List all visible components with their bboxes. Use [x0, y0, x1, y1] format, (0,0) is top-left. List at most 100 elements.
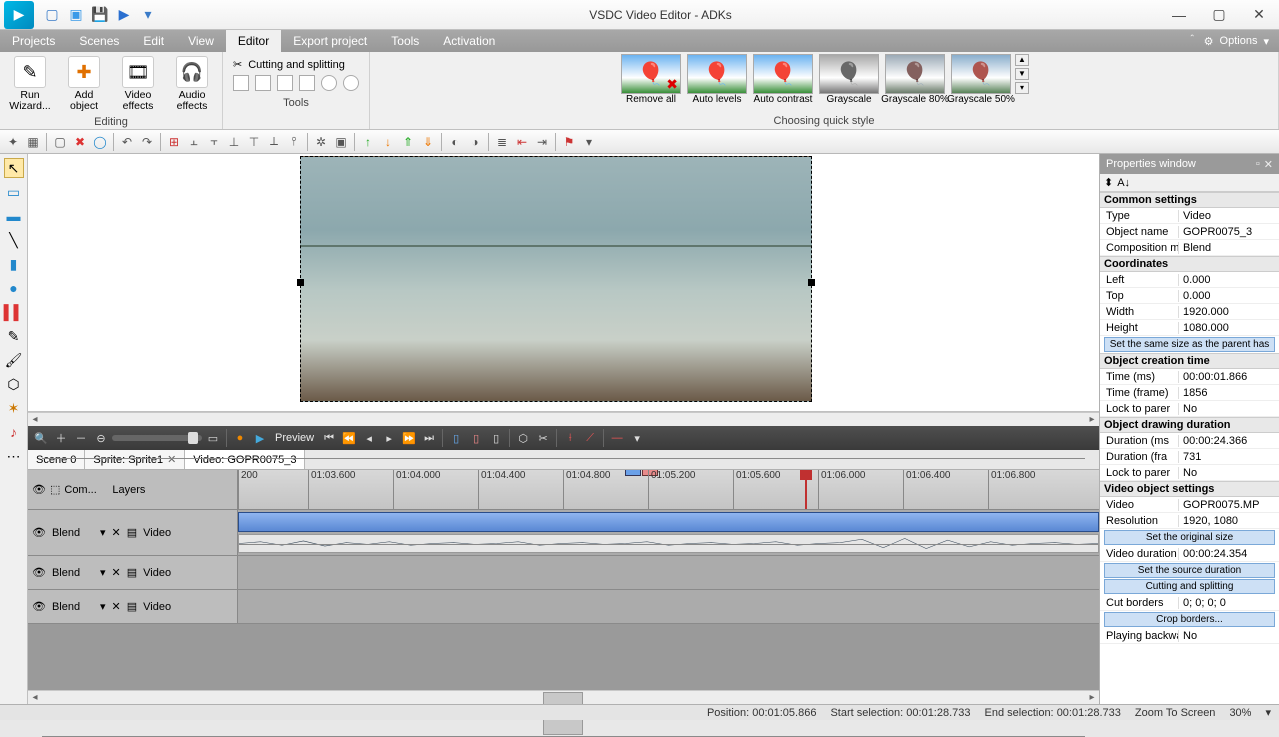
tab-export[interactable]: Export project [281, 30, 379, 52]
menu-icon[interactable]: ▤ [127, 600, 137, 613]
tb-redo-icon[interactable]: ↷ [138, 133, 156, 151]
zoom-slider[interactable] [112, 435, 202, 441]
tb-icon[interactable]: ◐ [446, 133, 464, 151]
tab-view[interactable]: View [176, 30, 226, 52]
style-grayscale[interactable]: 🎈Grayscale [817, 54, 881, 105]
tab-editor[interactable]: Editor [226, 30, 281, 52]
options-dropdown-icon[interactable]: ▾ [1263, 35, 1269, 48]
sort-az-icon[interactable]: A↓ [1117, 177, 1130, 189]
scroll-right-icon[interactable]: ▸ [1085, 413, 1099, 426]
tool-icon[interactable]: ✶ [4, 398, 24, 418]
tool-brush-icon[interactable]: 🖌 [4, 350, 24, 370]
video-clip[interactable] [238, 512, 1099, 532]
tool-icon[interactable]: ♪ [4, 422, 24, 442]
eye-icon[interactable]: 👁 [32, 566, 46, 579]
tool-icon[interactable] [255, 75, 271, 91]
tb-icon[interactable]: ⇥ [533, 133, 551, 151]
track-body[interactable] [238, 590, 1099, 623]
tool-cursor-icon[interactable]: ↖ [4, 158, 24, 178]
style-scroll-down-icon[interactable]: ▼ [1015, 68, 1029, 80]
style-remove-all[interactable]: 🎈✖Remove all [619, 54, 683, 105]
sort-icon[interactable]: ⬍ [1104, 176, 1113, 189]
eye-icon[interactable]: 👁 [32, 600, 46, 613]
tb-icon[interactable]: ✲ [312, 133, 330, 151]
tool-rotate-cw-icon[interactable] [343, 75, 359, 91]
preview-area[interactable] [28, 154, 1099, 412]
tab-activation[interactable]: Activation [431, 30, 507, 52]
add-object-button[interactable]: ✚Add object [58, 54, 110, 114]
minimize-button[interactable]: — [1159, 1, 1199, 29]
tool-rotate-ccw-icon[interactable] [321, 75, 337, 91]
close-icon[interactable]: ✕ [1264, 158, 1273, 171]
tool-icon[interactable]: ✎ [4, 326, 24, 346]
tool-icon[interactable] [277, 75, 293, 91]
tb-arrow-down-icon[interactable]: ↓ [379, 133, 397, 151]
timeline-ruler[interactable]: 200 01:03.600 01:04.000 01:04.400 01:04.… [238, 470, 1099, 509]
tb-align-icon[interactable]: ⫟ [205, 133, 223, 151]
tb-align-icon[interactable]: ⫯ [285, 133, 303, 151]
close-button[interactable]: ✕ [1239, 1, 1279, 29]
maximize-button[interactable]: ▢ [1199, 1, 1239, 29]
scroll-left-icon[interactable]: ◂ [28, 413, 42, 426]
tb-icon[interactable]: ▣ [332, 133, 350, 151]
scroll-right-icon[interactable]: ▸ [1085, 691, 1099, 704]
qat-more-icon[interactable]: ▾ [140, 7, 156, 23]
wave-icon[interactable]: ✕ [112, 526, 121, 539]
timeline-scrollbar[interactable]: ◂ ▸ [28, 690, 1099, 704]
style-scroll-up-icon[interactable]: ▲ [1015, 54, 1029, 66]
style-gallery-icon[interactable]: ▾ [1015, 82, 1029, 94]
collapse-ribbon-icon[interactable]: ＾ [1187, 33, 1198, 49]
tb-icon[interactable]: ⇤ [513, 133, 531, 151]
tool-icon[interactable]: ▭ [4, 182, 24, 202]
tb-undo-icon[interactable]: ↶ [118, 133, 136, 151]
tb-icon[interactable]: ▦ [24, 133, 42, 151]
tab-projects[interactable]: Projects [0, 30, 67, 52]
wave-icon[interactable]: ✕ [112, 600, 121, 613]
tb-icon[interactable]: ▾ [580, 133, 598, 151]
tb-align-icon[interactable]: ⟂ [265, 133, 283, 151]
tb-icon[interactable]: ◑ [466, 133, 484, 151]
tool-line-icon[interactable]: ╲ [4, 230, 24, 250]
tb-icon[interactable]: ≣ [493, 133, 511, 151]
tool-ellipse-icon[interactable]: ● [4, 278, 24, 298]
tool-icon[interactable]: ▌▌ [4, 302, 24, 322]
video-effects-button[interactable]: 🎞Video effects [112, 54, 164, 114]
playhead[interactable] [805, 470, 807, 509]
eye-icon[interactable]: 👁 [32, 483, 46, 496]
set-original-size-button[interactable]: Set the original size [1104, 530, 1275, 545]
wave-icon[interactable]: ✕ [112, 566, 121, 579]
chevron-down-icon[interactable]: ▾ [100, 526, 106, 539]
tab-scenes[interactable]: Scenes [67, 30, 131, 52]
style-auto-levels[interactable]: 🎈Auto levels [685, 54, 749, 105]
zoom-dropdown-icon[interactable]: ▾ [1265, 706, 1271, 719]
scroll-left-icon[interactable]: ◂ [28, 691, 42, 704]
tb-flag-icon[interactable]: ⚑ [560, 133, 578, 151]
cutting-splitting-button[interactable]: Cutting and splitting [1104, 579, 1275, 594]
set-source-duration-button[interactable]: Set the source duration [1104, 563, 1275, 578]
tb-align-icon[interactable]: ⊥ [225, 133, 243, 151]
tool-rect-icon[interactable]: ▮ [4, 254, 24, 274]
tool-icon[interactable]: ⋯ [4, 446, 24, 466]
tool-icon[interactable]: ⬡ [4, 374, 24, 394]
group-coords[interactable]: Coordinates [1100, 256, 1279, 272]
qat-save-icon[interactable]: 💾 [92, 7, 108, 23]
tb-align-icon[interactable]: ⫠ [185, 133, 203, 151]
tb-icon[interactable]: ✦ [4, 133, 22, 151]
preview-frame[interactable] [300, 156, 812, 402]
style-grayscale-50[interactable]: 🎈Grayscale 50% [949, 54, 1013, 105]
tab-tools[interactable]: Tools [379, 30, 431, 52]
style-grayscale-80[interactable]: 🎈Grayscale 80% [883, 54, 947, 105]
qat-open-icon[interactable]: ▣ [68, 7, 84, 23]
chevron-down-icon[interactable]: ▾ [100, 566, 106, 579]
audio-waveform[interactable] [238, 534, 1099, 553]
gear-icon[interactable]: ⚙ [1204, 35, 1214, 48]
menu-icon[interactable]: ▤ [127, 566, 137, 579]
track-body[interactable] [238, 556, 1099, 589]
zoom-value[interactable]: 30% [1229, 707, 1251, 719]
tab-edit[interactable]: Edit [131, 30, 176, 52]
style-auto-contrast[interactable]: 🎈Auto contrast [751, 54, 815, 105]
group-vos[interactable]: Video object settings [1100, 481, 1279, 497]
options-label[interactable]: Options [1220, 35, 1258, 47]
preview-scrollbar[interactable]: ◂ ▸ [28, 412, 1099, 426]
qat-play-icon[interactable]: ▶ [116, 7, 132, 23]
